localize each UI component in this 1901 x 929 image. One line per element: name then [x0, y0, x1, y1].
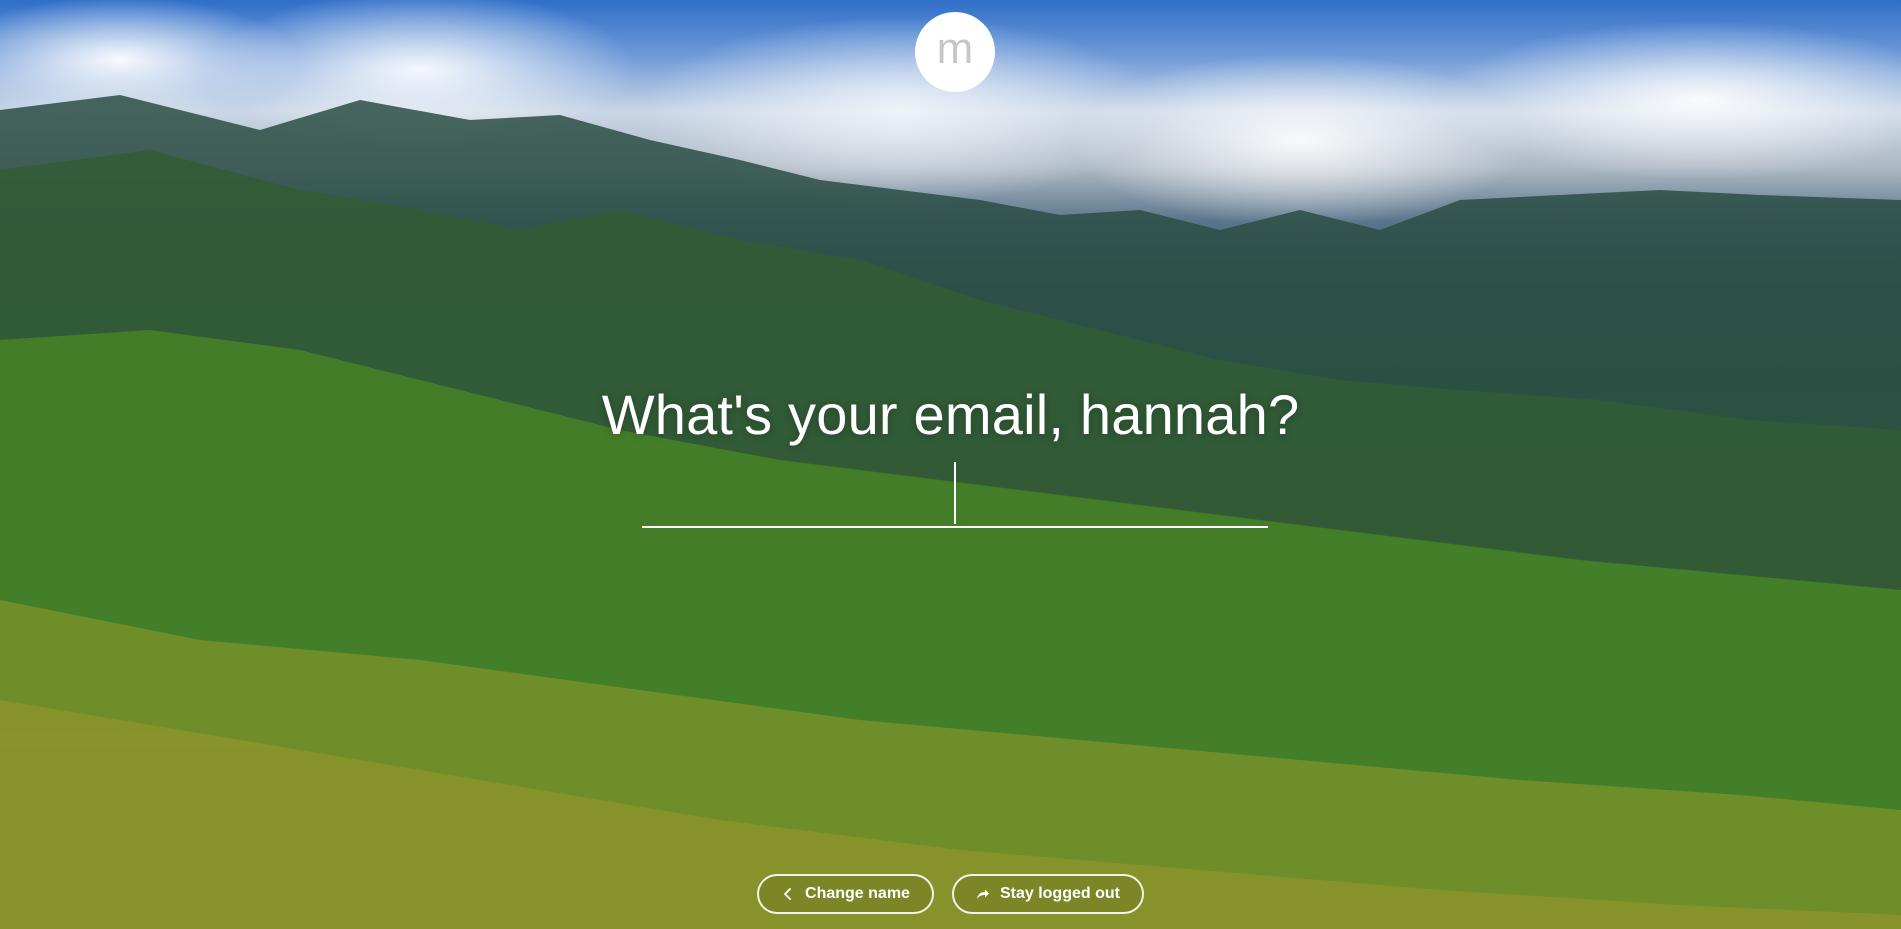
- share-arrow-icon: [976, 887, 990, 901]
- chevron-left-icon: [781, 887, 795, 901]
- email-question: What's your email, hannah?: [601, 383, 1300, 446]
- stay-logged-out-button[interactable]: Stay logged out: [951, 874, 1144, 914]
- change-name-label: Change name: [805, 885, 910, 902]
- change-name-button[interactable]: Change name: [757, 874, 934, 914]
- background-landscape: m What's your email, hannah? Change name…: [0, 0, 1901, 929]
- email-input-wrapper: [642, 462, 1268, 528]
- bottom-actions: Change name Stay logged out: [0, 874, 1901, 914]
- text-caret: [954, 462, 956, 524]
- logo-letter: m: [936, 24, 974, 73]
- stay-logged-out-label: Stay logged out: [999, 885, 1120, 902]
- momentum-logo: m: [915, 12, 995, 92]
